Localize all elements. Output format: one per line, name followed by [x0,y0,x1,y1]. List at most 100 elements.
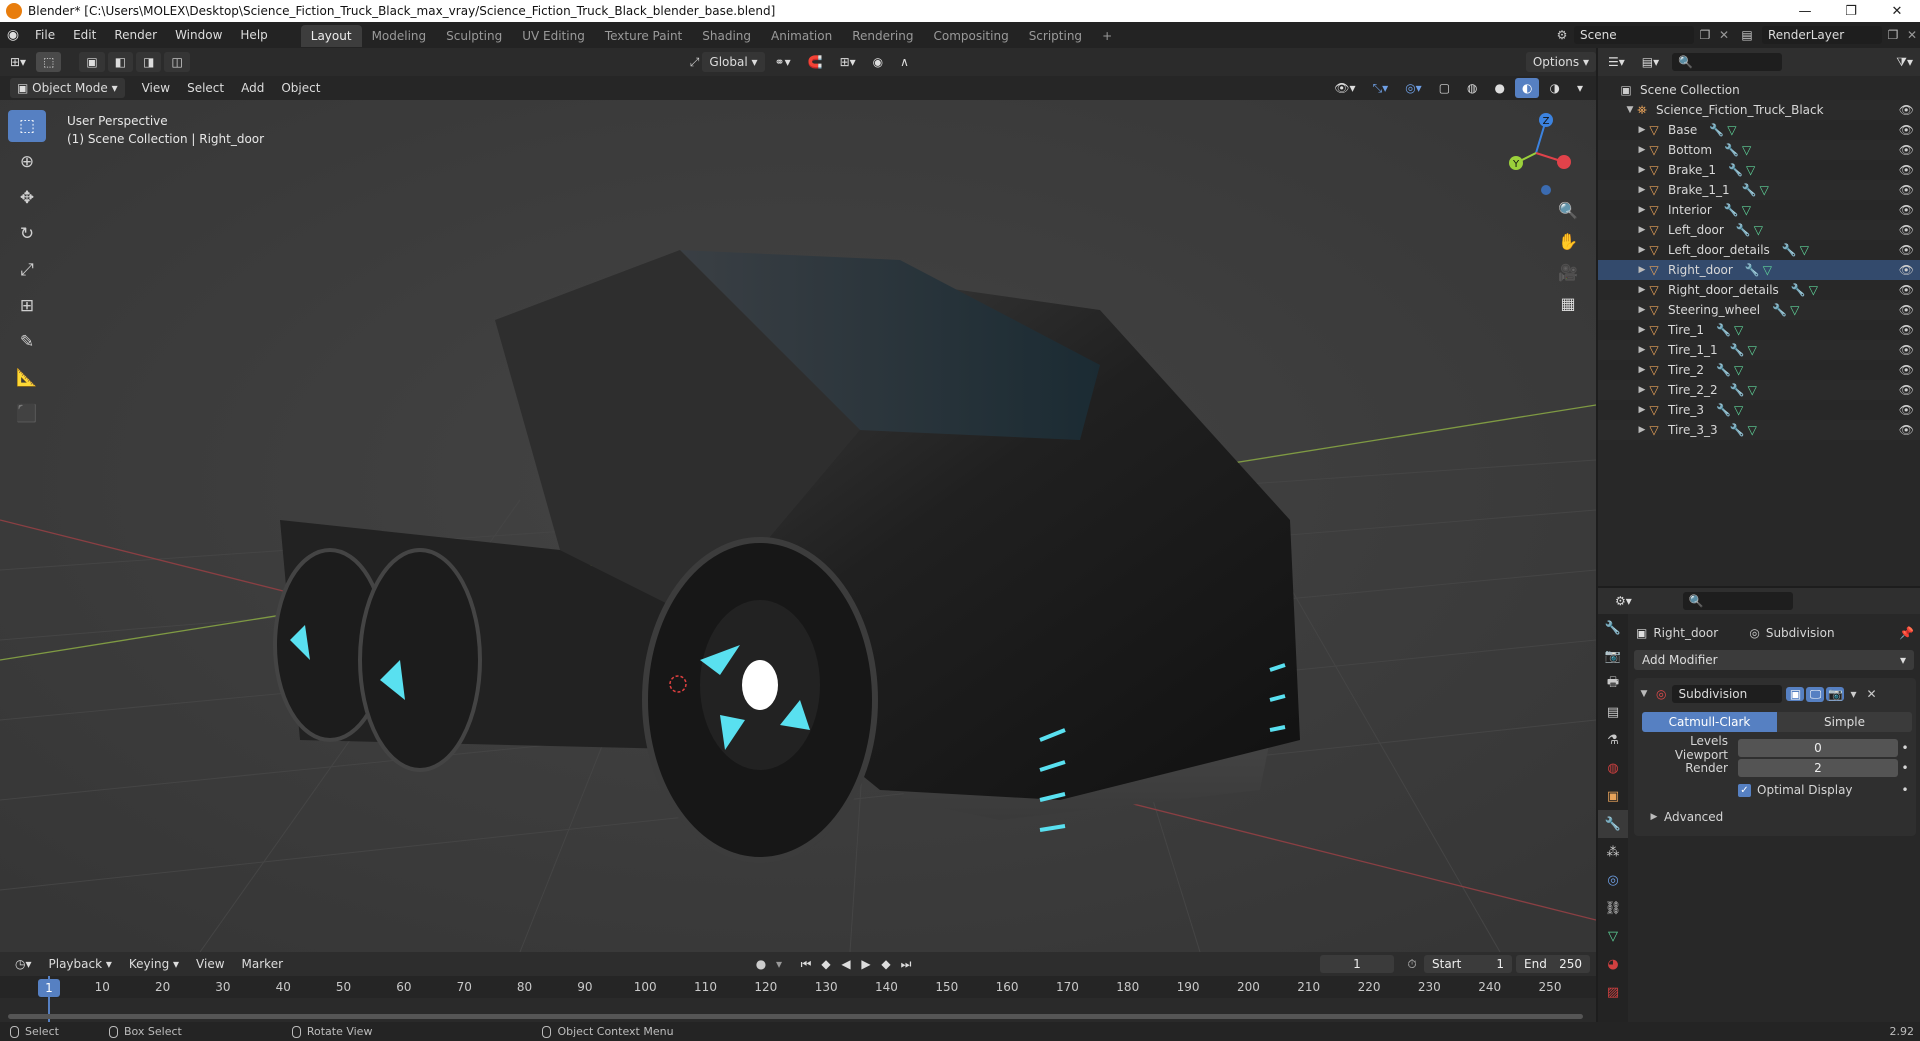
visibility-eye-icon[interactable]: 👁 [1899,400,1914,420]
output-tab-icon[interactable]: 🖶 [1598,670,1628,698]
menu-window[interactable]: Window [166,22,231,48]
menu-file[interactable]: File [26,22,64,48]
expand-object-icon[interactable]: ▶ [1636,340,1648,360]
add-modifier-button[interactable]: Add Modifier ▾ [1634,650,1914,670]
falloff-icon[interactable]: ∧ [893,52,916,72]
outliner-object-row[interactable]: ▶ ▽ Tire_2 🔧 ▽ 👁 [1598,360,1920,380]
expand-object-icon[interactable]: ▶ [1636,160,1648,180]
view-menu[interactable]: View [135,78,177,98]
timeline-editor-type-icon[interactable]: ◷▾ [8,954,39,974]
object-mode-dropdown[interactable]: ▣ Object Mode ▾ [10,78,125,98]
end-frame-field[interactable]: End 250 [1516,955,1590,973]
properties-search-input[interactable]: 🔍 [1682,592,1793,610]
visibility-eye-icon[interactable]: 👁 [1899,140,1914,160]
outliner-object-row[interactable]: ▶ ▽ Right_door_details 🔧 ▽ 👁 [1598,280,1920,300]
collapse-modifier-icon[interactable]: ▼ [1638,689,1650,699]
scale-tool-icon[interactable]: ⤢ [8,254,46,286]
expand-object-icon[interactable]: ▶ [1636,120,1648,140]
pin-icon[interactable]: 📌 [1899,626,1914,640]
add-cube-tool-icon[interactable]: ⬛ [8,398,46,430]
measure-tool-icon[interactable]: 📐 [8,362,46,394]
mesh-data-icon[interactable]: ▽ [1763,260,1772,280]
modifier-wrench-icon[interactable]: 🔧 [1745,260,1760,280]
keyframe-dot-icon[interactable]: • [1898,741,1912,755]
annotate-tool-icon[interactable]: ✎ [8,326,46,358]
close-button[interactable]: ✕ [1874,4,1920,19]
pan-hand-icon[interactable]: ✋ [1554,227,1582,255]
ortho-grid-icon[interactable]: ▦ [1554,289,1582,317]
snap-icon[interactable]: 🧲 [801,52,830,72]
visibility-eye-icon[interactable]: 👁 [1899,360,1914,380]
maximize-button[interactable]: ❐ [1828,4,1874,19]
mesh-data-icon[interactable]: ▽ [1734,320,1743,340]
mesh-data-icon[interactable]: ▽ [1727,120,1736,140]
modifier-wrench-icon[interactable]: 🔧 [1782,240,1797,260]
rotate-tool-icon[interactable]: ↻ [8,218,46,250]
modifier-dropdown-icon[interactable]: ▾ [1844,687,1862,701]
render-tab-icon[interactable]: 📷 [1598,642,1628,670]
constraints-tab-icon[interactable]: ⛓ [1598,894,1628,922]
menu-edit[interactable]: Edit [64,22,105,48]
mesh-data-icon[interactable]: ▽ [1734,400,1743,420]
particles-tab-icon[interactable]: ⁂ [1598,838,1628,866]
select-tool-icon[interactable]: ⬚ [36,52,62,72]
modifier-wrench-icon[interactable]: 🔧 [1736,220,1751,240]
xray-toggle-icon[interactable]: ▢ [1432,78,1457,98]
clock-icon[interactable]: ⏱ [1400,957,1424,972]
advanced-subpanel-header[interactable]: ▶ Advanced [1638,806,1912,828]
mesh-data-icon[interactable]: ▽ [1748,420,1757,440]
keyframe-options-icon[interactable]: ▾ [772,957,786,971]
editor-type-icon[interactable]: ⊞▾ [3,52,33,72]
menu-help[interactable]: Help [231,22,276,48]
visibility-eye-icon[interactable]: 👁 [1899,200,1914,220]
pivot-point-icon[interactable]: ⚭▾ [768,52,798,72]
edit-mode-toggle-icon[interactable]: ▣ [1786,687,1805,701]
tab-uv-editing[interactable]: UV Editing [512,25,595,47]
minimize-button[interactable]: — [1782,4,1828,19]
render-levels-field[interactable]: 2 [1738,759,1898,777]
viewport-toggle-icon[interactable]: 🖵 [1806,686,1825,702]
levels-viewport-field[interactable]: 0 [1738,739,1898,757]
mesh-data-icon[interactable]: ▽ [1734,360,1743,380]
navigation-gizmo[interactable]: Z Y [1498,108,1578,198]
overlay-toggle-icon[interactable]: ◎▾ [1398,78,1429,98]
modifier-wrench-icon[interactable]: 🔧 [1716,400,1731,420]
mesh-data-icon[interactable]: ▽ [1760,180,1769,200]
transform-orientation-dropdown[interactable]: Global ▾ [702,52,765,72]
properties-editor-type-icon[interactable]: ⚙▾ [1608,591,1639,611]
modifier-name-input[interactable]: Subdivision [1672,685,1783,703]
tab-shading[interactable]: Shading [692,25,761,47]
timeline-view-menu[interactable]: View [189,954,231,974]
new-render-layer-icon[interactable]: ❐ [1882,28,1904,42]
view-layer-tab-icon[interactable]: ▤ [1598,698,1628,726]
add-menu[interactable]: Add [234,78,271,98]
move-tool-icon[interactable]: ✥ [8,182,46,214]
playhead-frame-label[interactable]: 1 [38,979,60,997]
mesh-data-icon[interactable]: ▽ [1809,280,1818,300]
shading-options-icon[interactable]: ▾ [1570,78,1590,98]
visibility-eye-icon[interactable]: 👁 [1899,180,1914,200]
modifier-wrench-icon[interactable]: 🔧 [1716,320,1731,340]
mesh-data-icon[interactable]: ▽ [1742,200,1751,220]
visibility-eye-icon[interactable]: 👁 [1899,280,1914,300]
outliner-object-row[interactable]: ▶ ▽ Interior 🔧 ▽ 👁 [1598,200,1920,220]
new-scene-icon[interactable]: ❐ [1694,28,1716,42]
play-reverse-icon[interactable]: ◀ [836,957,856,971]
marker-menu[interactable]: Marker [235,954,290,974]
outliner-object-row[interactable]: ▶ ▽ Left_door_details 🔧 ▽ 👁 [1598,240,1920,260]
outliner-scene-collection[interactable]: ▣ Scene Collection [1598,80,1920,100]
data-tab-icon[interactable]: ▽ [1598,922,1628,950]
catmull-clark-button[interactable]: Catmull-Clark [1642,712,1777,732]
modifier-wrench-icon[interactable]: 🔧 [1772,300,1787,320]
cursor-tool-icon[interactable]: ⊕ [8,146,46,178]
scene-tab-icon[interactable]: ⚗ [1598,726,1628,754]
tab-layout[interactable]: Layout [300,25,362,47]
visibility-icon[interactable]: 👁▾ [1327,78,1362,98]
expand-advanced-icon[interactable]: ▶ [1648,812,1660,822]
select-mode-subtract-icon[interactable]: ◨ [136,52,162,72]
jump-end-icon[interactable]: ⏭ [896,957,916,972]
select-mode-extend-icon[interactable]: ◧ [107,52,134,72]
mesh-data-icon[interactable]: ▽ [1754,220,1763,240]
object-menu[interactable]: Object [274,78,327,98]
physics-tab-icon[interactable]: ◎ [1598,866,1628,894]
